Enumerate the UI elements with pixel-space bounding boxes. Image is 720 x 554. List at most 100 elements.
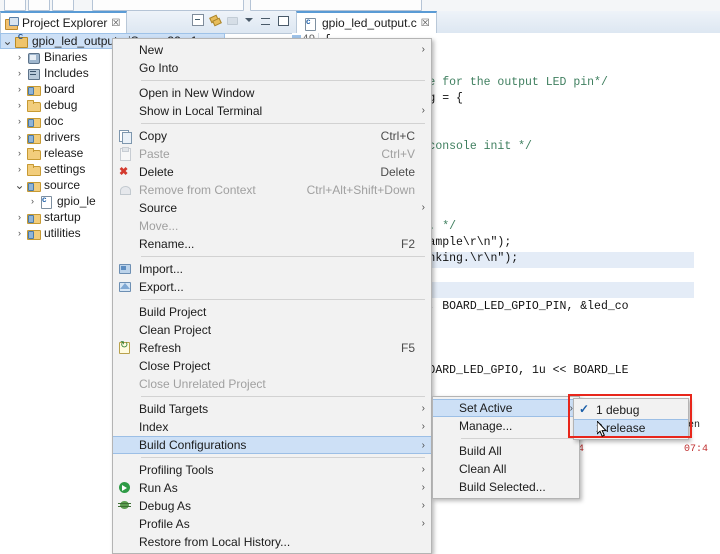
menu-item-debug-as[interactable]: Debug As › [113,497,431,515]
menu-item-profiling-tools[interactable]: Profiling Tools › [113,461,431,479]
tree-item-label: settings [44,162,86,176]
chevron-down-icon[interactable]: ⌄ [13,179,26,191]
chevron-right-icon[interactable]: › [26,196,39,206]
chevron-right-icon[interactable]: › [13,84,26,94]
menu-item-clean-project[interactable]: Clean Project [113,321,431,339]
menu-item-label: Close Project [139,359,211,373]
menu-item-import[interactable]: Import... [113,260,431,278]
toolbar-button-3[interactable] [52,0,74,11]
menu-item-shortcut: Delete [380,165,415,179]
menu-item-delete[interactable]: Delete Delete [113,163,431,181]
tree-item-label: board [44,82,75,96]
chevron-right-icon[interactable]: › [13,164,26,174]
link-with-editor-icon[interactable] [209,14,221,26]
menu-icon-slot [113,236,139,252]
menu-icon-slot [113,85,139,101]
context-menu[interactable]: New › Go Into Open in New Window Show in Loc… [112,38,432,554]
tab-gpio-led-output-c[interactable]: gpio_led_output.c ☒ [296,11,437,33]
toolbar-group-2[interactable] [250,0,422,11]
menu-item-build-selected[interactable]: Build Selected... [433,478,579,496]
source-folder-icon [26,211,41,224]
tree-item-label: drivers [44,130,81,144]
menu-item-shortcut: F2 [400,237,415,251]
c-project-icon [14,34,29,48]
chevron-down-icon[interactable]: ⌄ [1,35,14,47]
copy-icon [113,128,139,144]
menu-item-clean-all[interactable]: Clean All [433,460,579,478]
menu-item-refresh[interactable]: Refresh F5 [113,339,431,357]
menu-icon-slot [433,443,459,459]
menu-item-label: Open in New Window [139,86,255,100]
menu-icon-slot [113,419,139,435]
minimize-icon[interactable] [260,14,272,26]
menu-item-source[interactable]: Source › [113,199,431,217]
build-configurations-submenu[interactable]: Set Active › Manage... Build All Clean All Bu… [432,396,580,499]
menu-item-set-active[interactable]: Set Active › [433,399,579,417]
menu-item-rename[interactable]: Rename... F2 [113,235,431,253]
menu-item-label: Run As [139,481,178,495]
menu-item-new[interactable]: New › [113,41,431,59]
chevron-right-icon[interactable]: › [13,212,26,222]
menu-item-label: Refresh [139,341,182,355]
close-icon[interactable]: ☒ [111,18,120,29]
menu-item-build-configurations[interactable]: Build Configurations › [113,436,431,454]
menu-item-restore-from-local-history[interactable]: Restore from Local History... [113,533,431,551]
set-active-submenu[interactable]: 1 debug 2 release [573,398,689,440]
includes-icon [26,67,41,80]
toolbar-group-1[interactable] [92,0,244,11]
maximize-icon[interactable] [277,14,289,26]
menu-item-build-all[interactable]: Build All [433,442,579,460]
c-file-icon [39,195,54,209]
tree-item-label: startup [44,210,81,224]
chevron-down-icon[interactable] [243,14,255,26]
view-menu-icon[interactable] [226,14,238,26]
menu-icon-slot [113,322,139,338]
chevron-right-icon[interactable]: › [13,52,26,62]
toolbar-button-1[interactable] [4,0,26,11]
menu-icon-slot [113,401,139,417]
menu-item-1-debug[interactable]: 1 debug [574,401,688,419]
menu-item-copy[interactable]: Copy Ctrl+C [113,127,431,145]
menu-item-shortcut: Ctrl+C [380,129,415,143]
project-explorer-icon [5,17,19,30]
delete-icon [113,164,139,180]
menu-item-open-in-new-window[interactable]: Open in New Window [113,84,431,102]
menu-item-2-release[interactable]: 2 release [574,419,688,437]
menu-item-go-into[interactable]: Go Into [113,59,431,77]
menu-item-close-project[interactable]: Close Project [113,357,431,375]
submenu-arrow-icon: › [421,464,425,475]
menu-icon-slot [113,534,139,550]
menu-item-manage[interactable]: Manage... [433,417,579,435]
menu-item-profile-as[interactable]: Profile As › [113,515,431,533]
refresh-icon [113,340,139,356]
mouse-cursor [597,421,608,438]
menu-item-label: Build Selected... [459,480,546,494]
menu-icon-slot [113,516,139,532]
submenu-arrow-icon: › [421,105,425,116]
menu-item-run-as[interactable]: Run As › [113,479,431,497]
menu-item-build-project[interactable]: Build Project [113,303,431,321]
menu-item-export[interactable]: Export... [113,278,431,296]
chevron-right-icon[interactable]: › [13,132,26,142]
chevron-right-icon[interactable]: › [13,116,26,126]
menu-item-label: Clean Project [139,323,212,337]
source-folder-icon [26,83,41,96]
tab-project-explorer[interactable]: Project Explorer ☒ [0,11,128,33]
chevron-right-icon[interactable]: › [13,100,26,110]
menu-item-index[interactable]: Index › [113,418,431,436]
menu-item-build-targets[interactable]: Build Targets › [113,400,431,418]
menu-icon-slot [113,376,139,392]
source-folder-icon [26,131,41,144]
menu-item-show-in-local-terminal[interactable]: Show in Local Terminal › [113,102,431,120]
collapse-all-icon[interactable] [192,14,204,26]
chevron-right-icon[interactable]: › [13,228,26,238]
c-source-file-icon [303,17,318,31]
chevron-right-icon[interactable]: › [13,68,26,78]
view-toolbar [192,14,289,26]
close-icon[interactable]: ☒ [421,18,430,29]
menu-icon-slot [574,420,596,436]
tree-item-label: release [44,146,84,160]
chevron-right-icon[interactable]: › [13,148,26,158]
toolbar-button-2[interactable] [28,0,50,11]
source-folder-icon [26,115,41,128]
